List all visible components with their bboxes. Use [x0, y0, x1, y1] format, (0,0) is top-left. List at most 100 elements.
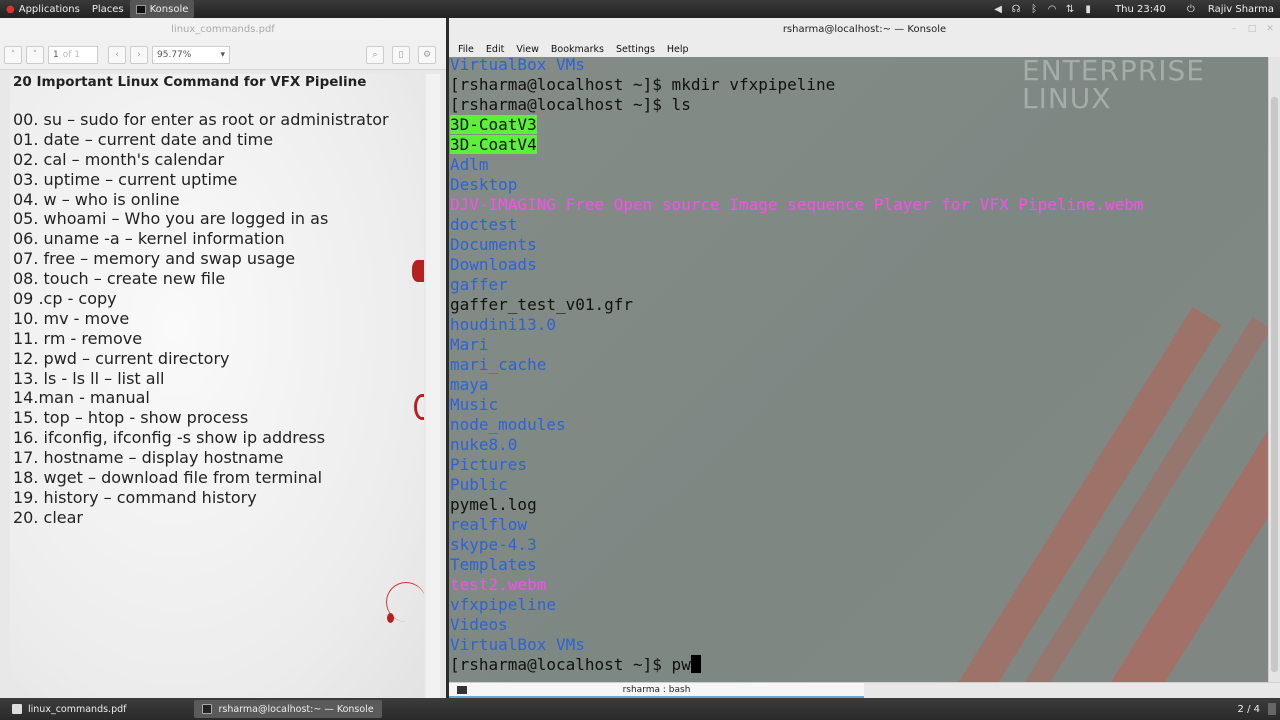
terminal-text: Adlm	[450, 155, 489, 174]
menu-settings[interactable]: Settings	[610, 44, 661, 55]
applications-menu[interactable]: ● Applications	[0, 0, 86, 18]
power-icon[interactable]: ⏻	[1184, 4, 1198, 15]
network-icon[interactable]: ⇅	[1063, 4, 1077, 15]
volume-icon[interactable]: ◀	[991, 4, 1005, 15]
terminal-line: [rsharma@localhost ~]$ pw	[450, 655, 1144, 675]
pdf-page: 20 Important Linux Command for VFX Pipel…	[10, 74, 424, 706]
konsole-titlebar[interactable]: rsharma@localhost:~ — Konsole – □ ✕	[449, 18, 1280, 41]
zoom-select[interactable]: 95.77% ▾	[152, 45, 230, 64]
pdf-command-line: 13. ls - ls ll – list all	[13, 368, 165, 388]
search-icon[interactable]: ⌕	[366, 46, 384, 64]
terminal-line: Mari	[450, 335, 1144, 355]
user-menu[interactable]: Rajiv Sharma	[1202, 0, 1280, 18]
terminal-text: vfxpipeline	[450, 595, 556, 614]
menu-help[interactable]: Help	[661, 44, 695, 55]
terminal-text: VirtualBox VMs	[450, 57, 585, 74]
terminal-line: gaffer	[450, 275, 1144, 295]
terminal-line: Adlm	[450, 155, 1144, 175]
terminal-line: skype-4.3	[450, 535, 1144, 555]
terminal-line: Videos	[450, 615, 1144, 635]
terminal-text: [rsharma@localhost ~]$ mkdir vfxpipeline	[450, 75, 836, 94]
menu-view[interactable]: View	[510, 44, 545, 55]
taskbar-item-konsole[interactable]: rsharma@localhost:~ — Konsole	[194, 700, 382, 718]
terminal-text: DJV-IMAGING Free Open source Image seque…	[450, 195, 1144, 214]
pdf-command-line: 08. touch – create new file	[13, 269, 226, 289]
terminal-line: gaffer_test_v01.gfr	[450, 295, 1144, 315]
workspace-switcher-icon[interactable]	[1268, 703, 1276, 715]
close-icon[interactable]: ✕	[1264, 23, 1276, 35]
bluetooth-icon[interactable]: ᛒ	[1027, 4, 1041, 15]
forward-icon[interactable]: ›	[130, 45, 148, 64]
bookmark-icon[interactable]: ▯	[392, 46, 410, 64]
page-up-icon[interactable]: ˄	[4, 45, 22, 64]
terminal-text: Music	[450, 395, 499, 414]
menu-edit[interactable]: Edit	[480, 44, 510, 55]
terminal-line: maya	[450, 375, 1144, 395]
terminal-line: mari_cache	[450, 355, 1144, 375]
terminal-scrollbar-thumb[interactable]	[1271, 97, 1278, 672]
pdf-command-line: 03. uptime – current uptime	[13, 169, 238, 189]
terminal-tab-icon	[457, 686, 467, 694]
terminal-line: vfxpipeline	[450, 595, 1144, 615]
maximize-icon[interactable]: □	[1246, 23, 1258, 35]
pdf-command-line: 12. pwd – current directory	[13, 348, 230, 368]
pdf-titlebar[interactable]: linux_commands.pdf	[0, 18, 446, 40]
places-label: Places	[91, 3, 124, 15]
tab-label: rsharma : bash	[622, 684, 691, 695]
headset-icon[interactable]: ☊	[1009, 4, 1023, 15]
page-number-input[interactable]: 1 of 1	[48, 45, 98, 64]
battery-icon[interactable]: ▮	[1081, 4, 1095, 15]
decoration-dot-icon	[387, 613, 394, 623]
pdf-command-line: 11. rm - remove	[13, 328, 143, 348]
pdf-heading: 20 Important Linux Command for VFX Pipel…	[13, 74, 367, 90]
page-down-icon[interactable]: ˅	[26, 45, 44, 64]
terminal-scrollbar[interactable]	[1268, 57, 1280, 682]
pdf-command-line: 00. su – sudo for enter as root or admin…	[13, 110, 389, 129]
terminal-text: pymel.log	[450, 495, 537, 514]
terminal-line: Documents	[450, 235, 1144, 255]
terminal-text: test2.webm	[450, 575, 547, 594]
pdf-command-line: 17. hostname – display hostname	[13, 448, 284, 468]
text-cursor	[690, 655, 701, 673]
taskbar-item-label: rsharma@localhost:~ — Konsole	[218, 703, 374, 715]
konsole-icon	[135, 4, 146, 14]
terminal-line: 3D-CoatV4	[450, 135, 1144, 155]
wifi-icon[interactable]: ◠	[1045, 4, 1059, 15]
clock[interactable]: Thu 23:40	[1109, 0, 1172, 18]
zoom-value: 95.77%	[157, 49, 192, 60]
terminal-text: realflow	[450, 515, 528, 534]
places-menu[interactable]: Places	[86, 0, 130, 18]
terminal-line: [rsharma@localhost ~]$ mkdir vfxpipeline	[450, 75, 1144, 95]
terminal-text: skype-4.3	[450, 535, 537, 554]
pdf-command-line: 04. w – who is online	[13, 189, 180, 209]
terminal-line: Desktop	[450, 175, 1144, 195]
terminal-text: 3D-CoatV3	[450, 115, 537, 134]
pdf-command-line: 06. uname -a – kernel information	[13, 229, 285, 249]
active-app-menu[interactable]: Konsole	[129, 0, 195, 18]
tab-bash[interactable]: rsharma : bash	[449, 683, 864, 698]
terminal-text: Downloads	[450, 255, 537, 274]
pdf-toolbar: ˄ ˅ 1 of 1 ‹ › 95.77% ▾ ⌕ ▯ ⚙	[0, 40, 446, 70]
terminal-line: pymel.log	[450, 495, 1144, 515]
pdf-command-line: 16. ifconfig, ifconfig -s show ip addres…	[13, 428, 326, 448]
pdf-command-line: 20. clear	[13, 507, 83, 527]
back-icon[interactable]: ‹	[108, 45, 126, 64]
terminal-text: doctest	[450, 215, 518, 234]
terminal-output: VirtualBox VMs [rsharma@localhost ~]$ mkd…	[450, 57, 1144, 675]
terminal-text: Templates	[450, 555, 537, 574]
workspace-indicator[interactable]: 2 / 4	[1238, 704, 1260, 715]
menu-bookmarks[interactable]: Bookmarks	[545, 44, 610, 55]
pdf-command-line: 01. date – current date and time	[13, 129, 274, 149]
terminal-text: Pictures	[450, 455, 528, 474]
taskbar-item-pdf[interactable]: linux_commands.pdf	[4, 700, 134, 718]
taskbar-item-label: linux_commands.pdf	[28, 703, 127, 715]
terminal-line: DJV-IMAGING Free Open source Image seque…	[450, 195, 1144, 215]
terminal-area[interactable]: ENTERPRISE LINUX VirtualBox VMs [rsharma@…	[449, 57, 1268, 682]
terminal-text: Desktop	[450, 175, 518, 194]
terminal-text: nuke8.0	[450, 435, 518, 454]
pdf-scrollbar[interactable]	[426, 74, 440, 706]
gear-icon[interactable]: ⚙	[418, 46, 436, 64]
minimize-icon[interactable]: –	[1228, 23, 1240, 35]
menu-file[interactable]: File	[452, 44, 480, 55]
terminal-text: Public	[450, 475, 508, 494]
